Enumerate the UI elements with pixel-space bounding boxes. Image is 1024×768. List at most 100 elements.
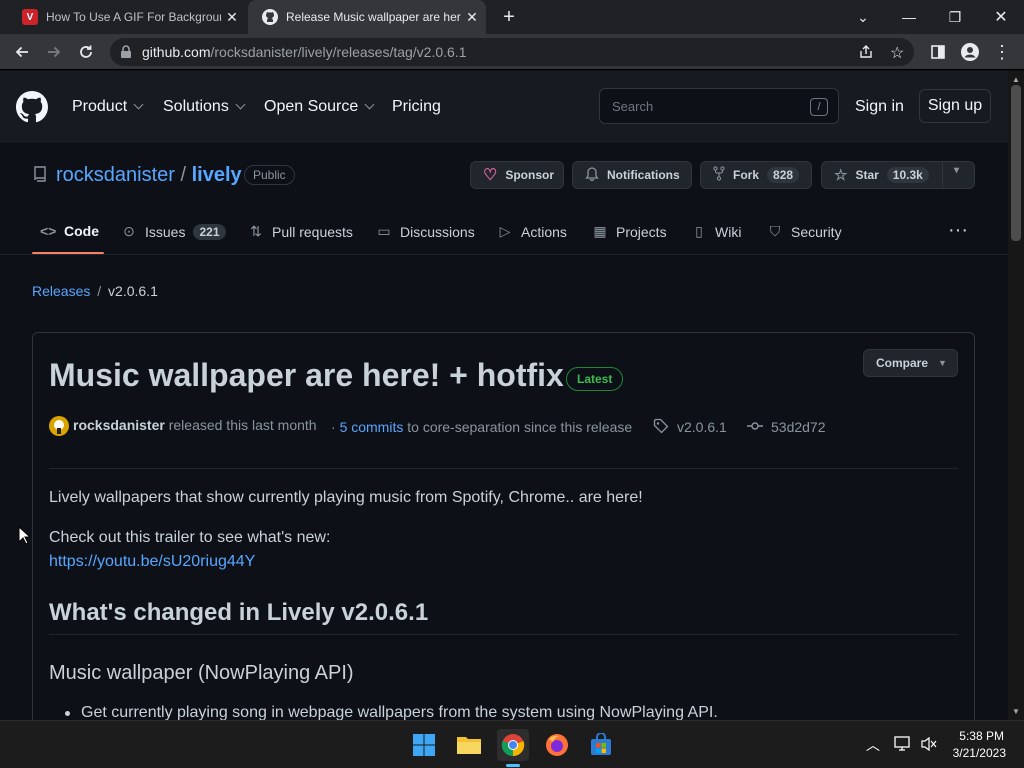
visibility-badge: Public [244, 165, 295, 185]
tab-wiki[interactable]: ▯ Wiki [691, 223, 741, 240]
tab-discussions[interactable]: ▭ Discussions [376, 223, 474, 240]
github-header: Product Solutions Open Source Pricing Se… [0, 71, 1008, 143]
sign-up-button[interactable]: Sign up [919, 89, 991, 123]
compare-label: Compare [876, 356, 929, 370]
heart-icon: ♡ [483, 167, 498, 184]
scrollbar-thumb[interactable] [1011, 85, 1021, 241]
repo-owner-link[interactable]: rocksdanister [56, 164, 175, 186]
chrome-icon[interactable] [497, 729, 529, 761]
address-bar[interactable]: github.com/rocksdanister/lively/releases… [110, 38, 914, 66]
compare-button[interactable]: Compare ▼ [863, 349, 958, 377]
fork-label: Fork [733, 168, 760, 182]
breadcrumb: Releases / v2.0.6.1 [32, 283, 158, 299]
release-author-link[interactable]: rocksdanister [73, 417, 165, 433]
star-divider [942, 162, 943, 188]
forward-arrow-icon[interactable] [40, 38, 68, 66]
music-wallpaper-heading: Music wallpaper (NowPlaying API) [49, 662, 354, 684]
browser-tab-bar: V How To Use A GIF For Background ✕ Rele… [0, 0, 1024, 34]
kebab-menu-icon[interactable]: ⋮ [988, 38, 1016, 66]
bell-icon [585, 166, 599, 184]
page-scrollbar[interactable]: ▲ ▼ [1008, 71, 1024, 720]
browser-tab-2[interactable]: Release Music wallpaper are here ✕ [248, 0, 486, 34]
github-logo-icon[interactable] [16, 91, 48, 128]
file-explorer-icon[interactable] [453, 729, 485, 761]
sponsor-button[interactable]: ♡ Sponsor [470, 161, 564, 189]
tab-search-chevron-icon[interactable]: ⌄ [840, 0, 886, 34]
release-tag[interactable]: v2.0.6.1 [677, 419, 727, 435]
share-icon[interactable] [858, 44, 874, 65]
divider [49, 468, 958, 469]
notifications-label: Notifications [607, 168, 680, 182]
reload-icon[interactable] [72, 38, 100, 66]
repo-path-separator: / [180, 164, 187, 186]
trailer-link[interactable]: https://youtu.be/sU20riug44Y [49, 553, 255, 571]
clock-time[interactable]: 5:38 PM [958, 729, 1004, 743]
bookmark-star-icon[interactable]: ☆ [890, 43, 904, 63]
heading-divider [49, 634, 958, 635]
meta-dot: · [331, 419, 336, 435]
mouse-cursor-icon [18, 525, 32, 550]
nav-solutions[interactable]: Solutions [163, 98, 246, 116]
star-label: Star [855, 168, 879, 182]
changes-heading: What's changed in Lively v2.0.6.1 [49, 599, 429, 626]
close-tab-icon[interactable]: ✕ [464, 9, 480, 25]
show-hidden-icons-chevron-icon[interactable]: ︿ [866, 735, 880, 755]
release-body-paragraph-1: Lively wallpapers that show currently pl… [49, 489, 643, 506]
tab-title: How To Use A GIF For Background [46, 10, 221, 24]
projects-icon: ▦ [593, 223, 607, 239]
tab-code[interactable]: <> Code [40, 223, 99, 239]
chevron-down-icon [133, 99, 144, 110]
star-dropdown-caret-icon[interactable]: ▾ [954, 165, 959, 176]
close-window-button[interactable]: ✕ [978, 0, 1024, 34]
firefox-icon[interactable] [541, 729, 573, 761]
windows-start-icon[interactable] [408, 729, 440, 761]
tab-title: Release Music wallpaper are here [286, 10, 461, 24]
repo-name-link[interactable]: lively [192, 164, 242, 186]
search-shortcut-key: / [810, 98, 828, 116]
breadcrumb-separator: / [97, 283, 102, 299]
scroll-down-arrow-icon[interactable]: ▼ [1012, 707, 1020, 716]
windows-taskbar: ︿ 5:38 PM 3/21/2023 [0, 720, 1024, 768]
fork-button[interactable]: Fork 828 [700, 161, 812, 189]
nav-open-source[interactable]: Open Source [264, 98, 375, 116]
commit-hash[interactable]: 53d2d72 [771, 419, 826, 435]
author-avatar[interactable] [49, 416, 69, 441]
browser-tab-1[interactable]: V How To Use A GIF For Background ✕ [8, 0, 246, 34]
active-tab-underline [32, 252, 104, 254]
nav-pricing[interactable]: Pricing [392, 98, 441, 116]
nav-product[interactable]: Product [72, 98, 144, 116]
search-input[interactable]: Search / [599, 88, 839, 124]
restore-button[interactable]: ❐ [932, 0, 978, 34]
scroll-up-arrow-icon[interactable]: ▲ [1012, 75, 1020, 84]
repo-icon [33, 166, 47, 187]
browser-toolbar: github.com/rocksdanister/lively/releases… [0, 34, 1024, 70]
lock-icon[interactable] [120, 45, 132, 64]
tab-security[interactable]: ⛉ Security [767, 223, 842, 240]
minimize-button[interactable]: — [886, 0, 932, 34]
clock-date[interactable]: 3/21/2023 [950, 746, 1006, 760]
side-panel-icon[interactable] [924, 38, 952, 66]
back-arrow-icon[interactable] [8, 38, 36, 66]
tab-projects[interactable]: ▦ Projects [592, 223, 666, 240]
breadcrumb-current: v2.0.6.1 [108, 283, 158, 299]
star-button[interactable]: ☆ Star 10.3k ▾ [821, 161, 975, 189]
tag-icon [653, 418, 669, 439]
sign-in-link[interactable]: Sign in [855, 98, 904, 116]
close-tab-icon[interactable]: ✕ [224, 9, 240, 25]
releases-link[interactable]: Releases [32, 283, 90, 299]
notifications-button[interactable]: Notifications [572, 161, 692, 189]
latest-badge: Latest [566, 367, 624, 391]
new-tab-button[interactable]: + [494, 0, 524, 34]
commits-link[interactable]: 5 commits [340, 419, 404, 435]
tab-pull-requests[interactable]: ⇅ Pull requests [248, 223, 353, 240]
microsoft-store-icon[interactable] [585, 729, 617, 761]
tab-issues[interactable]: ⊙ Issues 221 [121, 223, 226, 240]
tab-actions[interactable]: ▷ Actions [497, 223, 567, 240]
profile-avatar-icon[interactable] [956, 38, 984, 66]
code-icon: <> [40, 223, 57, 239]
release-title: Music wallpaper are here! + hotfix [49, 357, 564, 393]
discussions-icon: ▭ [377, 223, 391, 239]
more-tabs-ellipsis-icon[interactable]: ··· [948, 219, 968, 242]
network-icon[interactable] [894, 736, 912, 757]
volume-muted-icon[interactable] [920, 736, 938, 757]
